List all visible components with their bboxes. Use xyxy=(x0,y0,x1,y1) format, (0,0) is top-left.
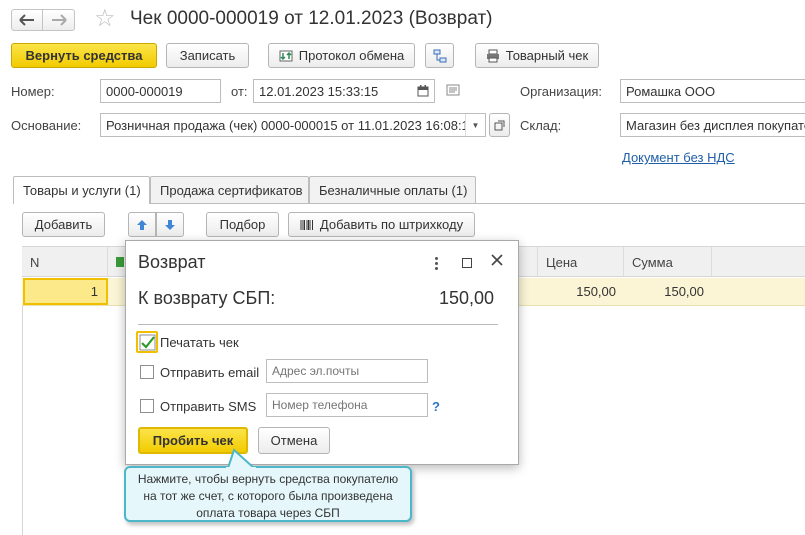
refund-amount-label: К возврату СБП: xyxy=(138,288,276,308)
warehouse-field[interactable]: Магазин без дисплея покупателя xyxy=(620,113,805,137)
help-icon[interactable]: ? xyxy=(432,399,440,414)
nav-back-button[interactable] xyxy=(11,9,43,31)
date-label: от: xyxy=(231,84,248,99)
column-sum[interactable]: Сумма xyxy=(624,247,712,277)
calendar-icon[interactable] xyxy=(412,80,434,102)
organization-field[interactable]: Ромашка ООО xyxy=(620,79,805,103)
dialog-close-icon[interactable] xyxy=(490,253,504,270)
tab-certificate-sales[interactable]: Продажа сертификатов xyxy=(150,176,309,203)
arrow-left-icon xyxy=(19,14,34,26)
add-by-barcode-label: Добавить по штрихкоду xyxy=(319,217,464,232)
comment-icon[interactable] xyxy=(446,84,460,99)
basis-open-button[interactable] xyxy=(489,113,510,137)
date-value: 12.01.2023 15:33:15 xyxy=(259,83,379,99)
tooltip-callout: Нажмите, чтобы вернуть средства покупате… xyxy=(124,466,412,522)
number-field[interactable]: 0000-000019 xyxy=(100,79,221,103)
basis-field[interactable]: Розничная продажа (чек) 0000-000015 от 1… xyxy=(100,113,486,137)
send-email-checkbox[interactable] xyxy=(140,365,154,379)
row-price-cell[interactable]: 150,00 xyxy=(538,278,624,305)
structure-button[interactable] xyxy=(425,43,454,68)
basis-value: Розничная продажа (чек) 0000-000015 от 1… xyxy=(106,117,465,133)
nav-forward-button[interactable] xyxy=(43,9,75,31)
basis-dropdown-icon[interactable]: ▼ xyxy=(465,114,485,136)
dialog-title: Возврат xyxy=(138,252,206,272)
cancel-button[interactable]: Отмена xyxy=(258,427,330,454)
dialog-separator xyxy=(138,324,498,325)
return-dialog: Возврат К возврату СБП: 150,00 Печатать … xyxy=(125,240,519,465)
page-title: Чек 0000-000019 от 12.01.2023 (Возврат) xyxy=(130,8,493,29)
arrow-up-icon xyxy=(137,219,147,230)
printer-icon xyxy=(486,49,499,62)
hierarchy-icon xyxy=(433,49,446,62)
add-row-button[interactable]: Добавить xyxy=(22,212,105,237)
arrow-down-icon xyxy=(165,219,175,230)
tab-cashless-payments[interactable]: Безналичные оплаты (1) xyxy=(309,176,476,203)
pick-button[interactable]: Подбор xyxy=(206,212,279,237)
barcode-icon xyxy=(300,219,313,230)
column-product-icon xyxy=(116,257,124,267)
tooltip-pointer xyxy=(226,448,256,470)
move-down-button[interactable] xyxy=(156,212,184,237)
email-input[interactable] xyxy=(266,359,428,383)
column-n[interactable]: N xyxy=(22,247,108,277)
exchange-protocol-label: Протокол обмена xyxy=(298,48,405,63)
table-body xyxy=(22,306,23,535)
arrow-right-icon xyxy=(51,14,67,26)
column-price[interactable]: Цена xyxy=(538,247,624,277)
move-up-button[interactable] xyxy=(128,212,156,237)
check-icon xyxy=(139,334,156,351)
vat-document-link[interactable]: Документ без НДС xyxy=(622,150,735,165)
warehouse-label: Склад: xyxy=(520,118,562,133)
return-funds-button[interactable]: Вернуть средства xyxy=(11,43,157,68)
basis-label: Основание: xyxy=(11,118,82,133)
goods-receipt-button[interactable]: Товарный чек xyxy=(475,43,599,68)
add-by-barcode-button[interactable]: Добавить по штрихкоду xyxy=(288,212,475,237)
phone-input[interactable] xyxy=(266,393,428,417)
tab-goods-services[interactable]: Товары и услуги (1) xyxy=(13,176,150,204)
exchange-protocol-button[interactable]: Протокол обмена xyxy=(268,43,415,68)
date-field[interactable]: 12.01.2023 15:33:15 xyxy=(253,79,435,103)
dialog-more-icon[interactable] xyxy=(430,254,442,272)
send-sms-label[interactable]: Отправить SMS xyxy=(160,399,256,414)
print-check-checkbox[interactable] xyxy=(136,331,158,353)
print-check-label[interactable]: Печатать чек xyxy=(160,335,239,350)
refund-amount-value: 150,00 xyxy=(438,288,494,308)
save-button[interactable]: Записать xyxy=(166,43,249,68)
send-sms-checkbox[interactable] xyxy=(140,399,154,413)
goods-receipt-label: Товарный чек xyxy=(505,48,589,63)
number-label: Номер: xyxy=(11,84,55,99)
row-sum-cell[interactable]: 150,00 xyxy=(624,278,712,305)
dialog-maximize-icon[interactable] xyxy=(462,258,472,268)
organization-label: Организация: xyxy=(520,84,603,99)
row-n-cell[interactable]: 1 xyxy=(23,278,108,305)
send-email-label[interactable]: Отправить email xyxy=(160,365,259,380)
open-link-icon xyxy=(494,120,505,130)
favorite-star-icon[interactable]: ☆ xyxy=(94,6,116,32)
exchange-icon xyxy=(279,50,293,61)
